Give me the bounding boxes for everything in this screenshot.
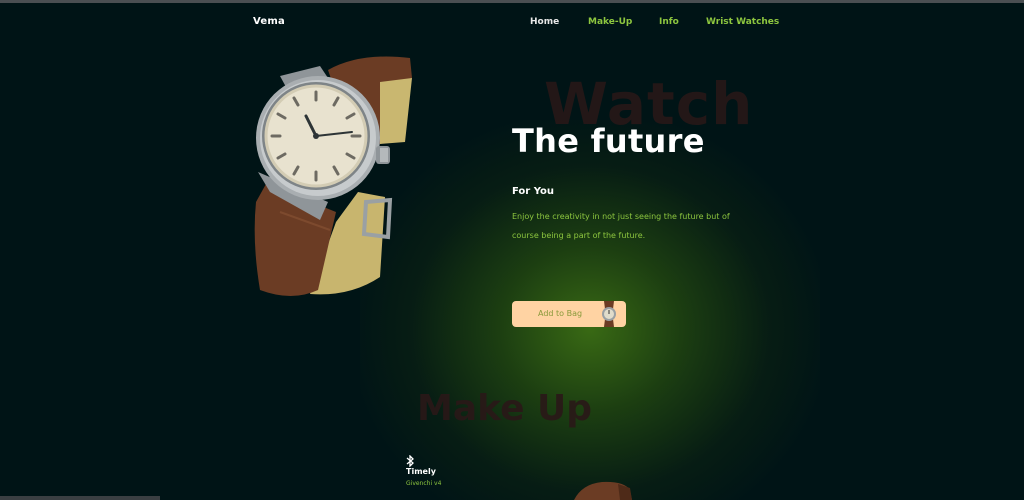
horizontal-scrollbar[interactable] [0,496,160,500]
watch-thumbnail-icon [602,301,616,327]
hero-watch-image [254,56,412,296]
nav-make-up[interactable]: Make-Up [588,17,632,27]
hero-subtitle: For You [512,186,555,197]
window-top-border [0,0,1024,3]
nav-wrist-watches[interactable]: Wrist Watches [706,17,779,27]
add-to-bag-button[interactable]: Add to Bag [512,301,626,327]
add-to-bag-label: Add to Bag [538,309,583,318]
nav-home[interactable]: Home [530,17,559,27]
hero-headline: The future [512,122,705,160]
background-word-make-up: Make Up [417,388,593,429]
product-brand: Givenchi v4 [406,480,442,487]
brand-logo[interactable]: Vema [253,16,285,27]
bluetooth-icon [406,455,414,467]
product-name: Timely [406,467,436,476]
product-watch-image [574,481,632,500]
nav-info[interactable]: Info [659,17,679,27]
hero-description: Enjoy the creativity in not just seeing … [512,212,730,240]
